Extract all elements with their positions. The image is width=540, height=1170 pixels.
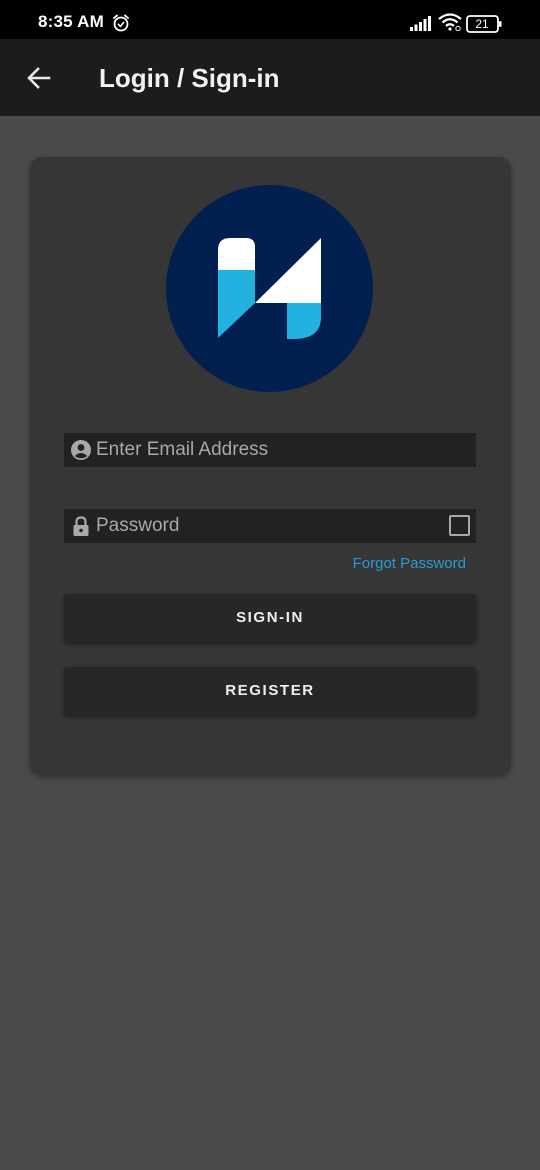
wifi-icon xyxy=(438,13,462,31)
status-time: 8:35 AM xyxy=(38,12,104,31)
battery-level: 21 xyxy=(475,17,489,31)
status-bar: 8:35 AM 21 xyxy=(0,0,540,39)
password-field[interactable] xyxy=(64,509,476,543)
lock-icon xyxy=(73,516,89,536)
login-card: Forgot Password SIGN-IN REGISTER xyxy=(30,157,511,775)
account-circle-icon xyxy=(71,440,91,460)
page-title: Login / Sign-in xyxy=(99,63,280,93)
app-bar: Login / Sign-in xyxy=(0,39,540,116)
password-input[interactable] xyxy=(96,509,426,543)
signin-button[interactable]: SIGN-IN xyxy=(64,594,476,642)
register-button[interactable]: REGISTER xyxy=(64,667,476,715)
email-field[interactable] xyxy=(64,433,476,467)
forgot-password-link[interactable]: Forgot Password xyxy=(353,555,466,572)
show-password-checkbox[interactable] xyxy=(449,515,470,536)
app-logo xyxy=(166,185,373,392)
alarm-icon xyxy=(113,14,129,32)
signal-icon xyxy=(410,16,431,31)
email-input[interactable] xyxy=(96,433,426,467)
back-arrow-icon[interactable] xyxy=(22,61,56,95)
